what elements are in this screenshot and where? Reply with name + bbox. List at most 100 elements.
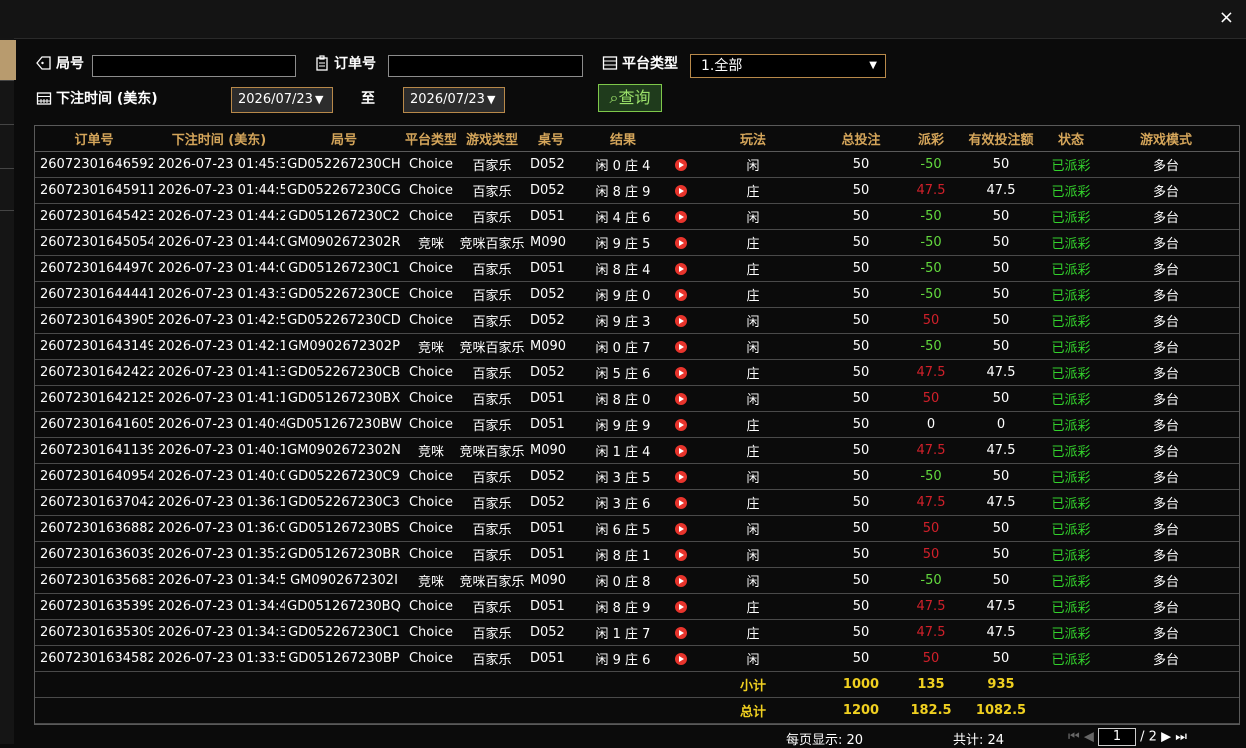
cell-result: 闲 1 庄 7 [577, 619, 669, 646]
cell-table-no: D052 [525, 463, 577, 490]
replay-cell [669, 437, 693, 464]
play-video-icon[interactable] [675, 340, 687, 353]
round-input[interactable] [92, 55, 296, 77]
play-video-icon[interactable] [675, 366, 687, 379]
cell-order-no: 260723016421251 [35, 385, 153, 412]
cell-order-no: 260723016416058 [35, 411, 153, 438]
total-pages-text: / 2 [1140, 729, 1157, 745]
order-input[interactable] [388, 55, 583, 77]
cell-total-bet: 50 [813, 645, 909, 672]
play-video-icon[interactable] [675, 184, 687, 197]
prev-page-icon[interactable]: ◀ [1084, 730, 1094, 745]
play-video-icon[interactable] [675, 210, 687, 223]
cell-bet-type: 庄 [693, 255, 813, 282]
cell-bet-time: 2026-07-23 01:45:33 [153, 151, 285, 178]
query-button[interactable]: ⌕查询 [598, 84, 662, 112]
close-icon[interactable]: × [1219, 8, 1234, 28]
cell-status: 已派彩 [1049, 489, 1093, 516]
record-count-text: 共计: 24 [953, 733, 1005, 748]
play-video-icon[interactable] [675, 548, 687, 561]
cell-status: 已派彩 [1049, 437, 1093, 464]
cell-platform: Choice [403, 385, 459, 412]
cell-order-no: 260723016411399 [35, 437, 153, 464]
cell-valid-bet: 50 [953, 281, 1049, 308]
cell-round-no: GM0902672302I [285, 567, 403, 594]
cell-bet-type: 闲 [693, 515, 813, 542]
cell-table-no: D052 [525, 489, 577, 516]
cell-total-bet: 50 [813, 333, 909, 360]
cell-bet-type: 庄 [693, 281, 813, 308]
replay-cell [669, 463, 693, 490]
play-video-icon[interactable] [675, 262, 687, 275]
play-video-icon[interactable] [675, 470, 687, 483]
cell-game-type: 百家乐 [459, 463, 525, 490]
play-video-icon[interactable] [675, 574, 687, 587]
cell-bet-time: 2026-07-23 01:41:12 [153, 385, 285, 412]
next-page-icon[interactable]: ▶ [1161, 730, 1171, 745]
last-page-icon[interactable]: ⏭ [1175, 730, 1187, 745]
cell-total-bet: 50 [813, 489, 909, 516]
cell-platform: Choice [403, 541, 459, 568]
cell-bet-type: 闲 [693, 567, 813, 594]
cell-bet-time: 2026-07-23 01:34:36 [153, 619, 285, 646]
cell-platform: Choice [403, 489, 459, 516]
play-video-icon[interactable] [675, 158, 687, 171]
play-video-icon[interactable] [675, 652, 687, 665]
cell-game-type: 百家乐 [459, 593, 525, 620]
cell-status: 已派彩 [1049, 255, 1093, 282]
play-video-icon[interactable] [675, 288, 687, 301]
cell-payout: -50 [909, 463, 953, 490]
cell-bet-type: 闲 [693, 307, 813, 334]
cell-game-mode: 多台 [1093, 385, 1239, 412]
cell-table-no: M090 [525, 229, 577, 256]
cell-game-mode: 多台 [1093, 567, 1239, 594]
cell-platform: Choice [403, 593, 459, 620]
cell-order-no: 260723016353096 [35, 619, 153, 646]
date-to-value: 2026/07/23 [410, 92, 485, 107]
play-video-icon[interactable] [675, 314, 687, 327]
cell-round-no: GM0902672302N [285, 437, 403, 464]
cell-total-bet: 50 [813, 437, 909, 464]
play-video-icon[interactable] [675, 444, 687, 457]
play-video-icon[interactable] [675, 418, 687, 431]
replay-cell [669, 411, 693, 438]
cell-status: 已派彩 [1049, 645, 1093, 672]
table-row: 260723016356838 2026-07-23 01:34:59 GM0902… [35, 567, 1239, 594]
cell-order-no: 260723016454238 [35, 203, 153, 230]
list-icon [602, 56, 618, 70]
cell-game-mode: 多台 [1093, 203, 1239, 230]
play-video-icon[interactable] [675, 236, 687, 249]
table-row: 260723016421251 2026-07-23 01:41:12 GD0512… [35, 385, 1239, 412]
left-tab [0, 40, 16, 80]
cell-game-mode: 多台 [1093, 515, 1239, 542]
cell-round-no: GD051267230BR [285, 541, 403, 568]
left-divider [0, 80, 14, 81]
cell-bet-type: 闲 [693, 151, 813, 178]
cell-valid-bet: 50 [953, 541, 1049, 568]
cell-result: 闲 9 庄 6 [577, 645, 669, 672]
subtotal-label: 小计 [693, 671, 813, 698]
cell-result: 闲 4 庄 6 [577, 203, 669, 230]
cell-bet-time: 2026-07-23 01:41:31 [153, 359, 285, 386]
date-to-picker[interactable]: 2026/07/23 ▼ [403, 87, 505, 113]
table-row: 260723016411399 2026-07-23 01:40:17 GM0902… [35, 437, 1239, 464]
first-page-icon[interactable]: ⏮ [1068, 730, 1080, 745]
tag-icon [36, 56, 51, 70]
play-video-icon[interactable] [675, 496, 687, 509]
play-video-icon[interactable] [675, 626, 687, 639]
date-from-picker[interactable]: 2026/07/23 ▼ [231, 87, 333, 113]
page-number-input[interactable]: 1 [1097, 728, 1136, 746]
order-label: 订单号 [334, 56, 376, 72]
play-video-icon[interactable] [675, 600, 687, 613]
cell-bet-type: 庄 [693, 437, 813, 464]
play-video-icon[interactable] [675, 392, 687, 405]
platform-select[interactable]: 1.全部 ▼ [690, 54, 886, 78]
calendar-icon [36, 92, 52, 105]
play-video-icon[interactable] [675, 522, 687, 535]
cell-total-bet: 50 [813, 515, 909, 542]
total-payout: 182.5 [909, 697, 953, 724]
cell-order-no: 260723016450545 [35, 229, 153, 256]
cell-bet-time: 2026-07-23 01:40:07 [153, 463, 285, 490]
cell-bet-type: 庄 [693, 489, 813, 516]
platform-label: 平台类型 [622, 56, 678, 72]
